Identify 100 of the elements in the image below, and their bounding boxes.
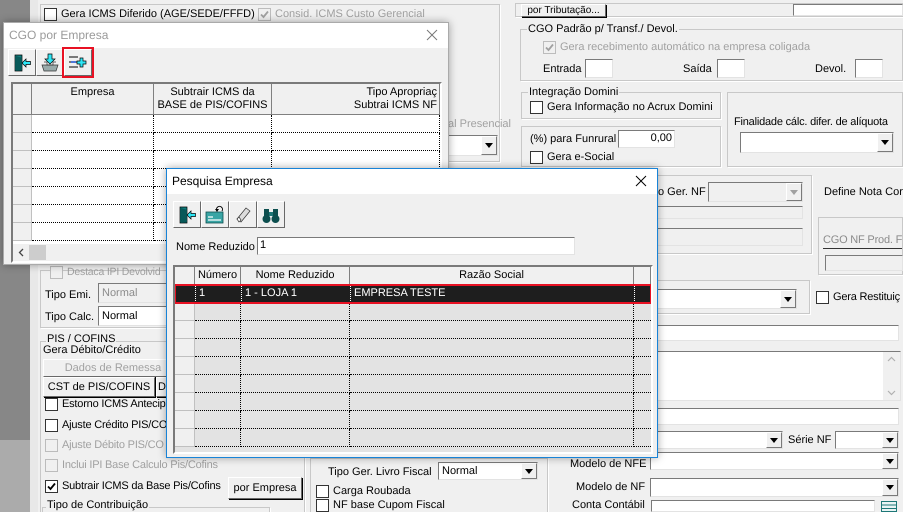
scroll-left-icon[interactable] — [18, 248, 24, 257]
toolbar-button[interactable] — [36, 49, 64, 76]
toolbar-button[interactable] — [173, 201, 201, 228]
column-header[interactable]: Empresa — [32, 84, 154, 114]
row-indicator — [175, 321, 195, 339]
table-cell: EMPRESA TESTE — [350, 285, 634, 303]
checkbox[interactable] — [816, 291, 829, 304]
column-header[interactable]: Subtrair ICMS da BASE de PIS/COFINS — [154, 84, 272, 114]
table-cell — [195, 303, 241, 321]
group-title: Tipo de Contribuição — [46, 499, 150, 512]
text-field[interactable] — [825, 255, 903, 271]
toolbar-button[interactable] — [8, 49, 36, 76]
checkbox[interactable] — [530, 101, 543, 114]
checkbox[interactable] — [45, 480, 58, 493]
table-cell — [195, 375, 241, 393]
checkbox-label: Ajuste Débito PIS/CO — [62, 439, 164, 452]
text-field[interactable] — [657, 206, 803, 219]
row-indicator — [13, 133, 32, 151]
list-icon[interactable] — [881, 501, 897, 512]
checkbox-label: Gera ICMS Diferido (AGE/SEDE/FFFD) — [61, 8, 255, 21]
text-field[interactable] — [657, 408, 899, 425]
checkbox[interactable] — [316, 499, 329, 512]
text-field[interactable] — [855, 59, 883, 78]
table-row[interactable]: 1 1 - LOJA 1 EMPRESA TESTE — [175, 285, 651, 303]
column-header[interactable]: Tipo Apropriaç Subtrai ICMS NF — [272, 84, 440, 114]
toolbar-button[interactable] — [201, 201, 229, 228]
dropdown[interactable] — [650, 478, 899, 497]
table-cell — [195, 429, 241, 447]
group-title: Integração Domini — [528, 86, 620, 99]
checkbox-label: NF base Cupom Fiscal — [333, 499, 445, 512]
checkbox-label: Consid. ICMS Custo Gerencial — [275, 8, 425, 21]
search-field[interactable]: 1 — [257, 237, 575, 255]
dropdown[interactable]: Normal — [438, 462, 538, 480]
row-indicator — [13, 205, 32, 223]
checkbox-label: Gera e-Social — [547, 151, 614, 164]
row-indicator — [13, 223, 32, 241]
dropdown[interactable] — [740, 132, 894, 153]
group-title: CGO Padrão p/ Transf./ Devol. — [527, 23, 679, 36]
checkbox[interactable] — [530, 151, 543, 164]
row-indicator — [175, 393, 195, 411]
text-field[interactable]: 0,00 — [618, 130, 675, 148]
row-indicator — [175, 303, 195, 321]
row-indicator — [13, 187, 32, 205]
row-indicator — [175, 411, 195, 429]
checkbox-label: Gera Informação no Acrux Domini — [547, 101, 713, 114]
checkbox-label: Ajuste Crédito PIS/CO — [62, 419, 168, 432]
text-field[interactable] — [657, 228, 803, 246]
text-field[interactable] — [585, 59, 613, 78]
dropdown[interactable] — [650, 452, 899, 470]
window-title: Pesquisa Empresa — [172, 174, 273, 189]
caret-icon — [485, 143, 493, 148]
field-label: Modelo de NF — [576, 481, 646, 494]
dropdown[interactable] — [448, 135, 498, 156]
checkbox[interactable] — [45, 419, 58, 432]
text-field[interactable] — [793, 4, 903, 16]
field-label: Finalidade cálc. difer. de alíquota — [734, 116, 888, 129]
field-label: Conta Contábil — [572, 499, 645, 512]
door-arrow-icon — [12, 52, 32, 72]
close-icon[interactable] — [635, 175, 647, 187]
caret-icon — [886, 438, 894, 442]
text-field[interactable] — [657, 325, 899, 341]
table-cell — [195, 393, 241, 411]
field-label: Tipo Ger. Livro Fiscal — [328, 466, 432, 479]
tab-label: CGO NF Prod. F — [823, 234, 902, 249]
checkbox-label: Carga Roubada — [333, 485, 411, 498]
caret-icon — [784, 296, 792, 302]
caret-icon — [770, 438, 778, 442]
caret-icon — [886, 485, 894, 490]
table-cell — [195, 411, 241, 429]
toolbar-button[interactable] — [257, 201, 285, 228]
text-field[interactable] — [651, 500, 875, 512]
dropdown[interactable] — [708, 182, 803, 202]
row-indicator — [13, 151, 32, 169]
cst-button[interactable]: CST de PIS/COFINS — [43, 377, 155, 397]
toolbar-button[interactable] — [64, 49, 92, 76]
field-label: Define Nota Cor — [824, 186, 903, 199]
toolbar-button[interactable] — [229, 201, 257, 228]
row-indicator — [175, 429, 195, 447]
tray-arrow-icon — [40, 52, 60, 72]
checkbox[interactable] — [316, 485, 329, 498]
checkbox[interactable] — [45, 398, 58, 411]
field-label: o Ger. NF — [658, 186, 706, 199]
field-label: Modelo de NFE — [570, 458, 646, 471]
dropdown[interactable] — [657, 431, 783, 449]
tributacao-button[interactable]: por Tributação... — [521, 4, 606, 17]
por-empresa-button[interactable]: por Empresa — [228, 477, 302, 499]
field-label: (%) para Funrural — [530, 133, 616, 146]
scrollbar-thumb[interactable] — [29, 245, 46, 260]
text-field[interactable] — [717, 59, 745, 78]
checkbox-label: Destaca IPI Devolvid — [67, 266, 160, 279]
memo-field[interactable] — [657, 351, 901, 401]
dropdown[interactable] — [835, 431, 899, 449]
checkbox[interactable] — [44, 8, 57, 21]
window-title: CGO por Empresa — [9, 28, 108, 43]
dropdown[interactable] — [655, 289, 797, 309]
field-label: al Presencial — [448, 118, 511, 131]
caret-icon — [790, 190, 798, 194]
table-cell — [195, 321, 241, 339]
caret-icon — [525, 468, 533, 474]
row-indicator — [175, 357, 195, 375]
